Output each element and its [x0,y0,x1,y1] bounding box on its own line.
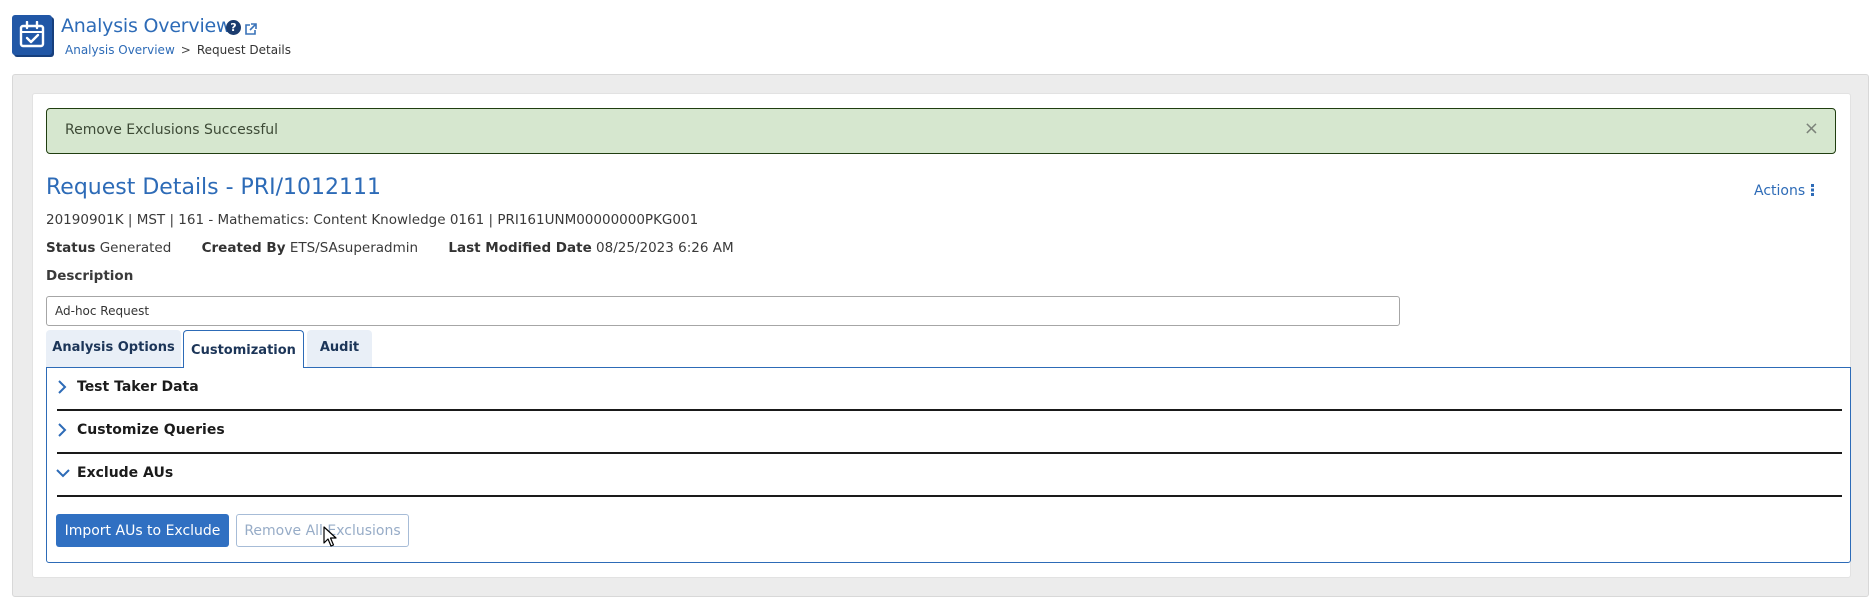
created-by-label: Created By [201,240,286,256]
success-alert: Remove Exclusions Successful × [46,108,1836,154]
created-by-value: ETS/SAsuperadmin [289,240,419,256]
accordion-customize-queries[interactable]: Customize Queries [57,411,1842,454]
page-title: Analysis Overview [61,15,232,37]
breadcrumb: Analysis Overview > Request Details [65,43,291,57]
close-icon[interactable]: × [1804,119,1819,139]
actions-menu-button[interactable]: Actions [1754,183,1815,199]
import-aus-button[interactable]: Import AUs to Exclude [56,514,229,547]
breadcrumb-current: Request Details [196,43,291,57]
status-label: Status [46,240,96,256]
accordion-label: Test Taker Data [77,379,199,395]
accordion-label: Exclude AUs [77,465,174,481]
alert-message: Remove Exclusions Successful [65,122,279,138]
chevron-right-icon [58,380,67,394]
tab-analysis-options[interactable]: Analysis Options [46,330,181,367]
app-calendar-check-icon [12,15,52,55]
chevron-right-icon [58,423,67,437]
external-link-icon[interactable] [244,21,257,40]
description-input[interactable] [46,296,1400,326]
breadcrumb-link-analysis-overview[interactable]: Analysis Overview [65,43,175,57]
last-modified-value: 08/25/2023 6:26 AM [596,240,734,256]
description-label: Description [46,268,134,284]
breadcrumb-separator: > [180,43,191,57]
divider [57,495,1842,497]
mouse-cursor-icon [323,526,337,547]
request-status-line: Status Generated Created By ETS/SAsupera… [46,240,760,256]
accordion-test-taker-data[interactable]: Test Taker Data [57,368,1842,411]
request-meta: 20190901K | MST | 161 - Mathematics: Con… [46,212,699,228]
actions-label: Actions [1754,183,1806,199]
accordion-label: Customize Queries [77,422,225,438]
tab-customization[interactable]: Customization [183,330,304,368]
last-modified-label: Last Modified Date [448,240,592,256]
tab-audit[interactable]: Audit [307,330,372,367]
question-circle-icon[interactable]: ? [226,20,241,35]
accordion-exclude-aus[interactable]: Exclude AUs [56,454,1842,497]
customization-panel: Test Taker Data Customize Queries Exclud… [46,367,1851,563]
chevron-down-icon [56,469,70,478]
kebab-menu-icon [1811,184,1815,196]
status-value: Generated [99,240,172,256]
request-title: Request Details - PRI/1012111 [46,175,381,200]
